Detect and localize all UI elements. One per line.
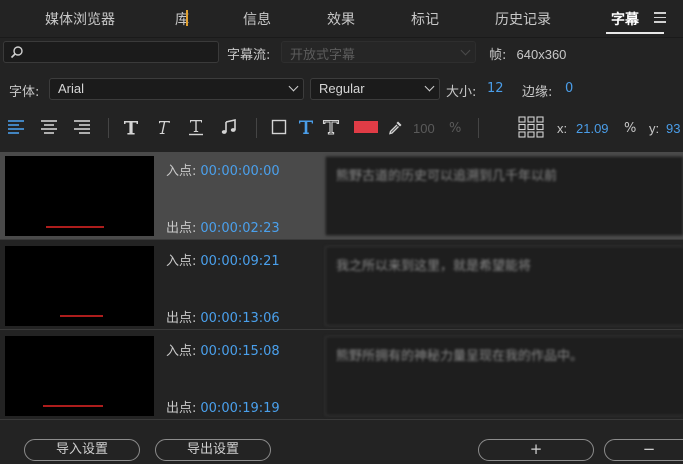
text-outline-icon[interactable] [320, 116, 342, 138]
music-note-icon[interactable] [218, 116, 240, 138]
active-tab-indicator [606, 32, 664, 34]
align-left-icon[interactable] [5, 116, 27, 138]
bold-icon[interactable] [120, 116, 142, 138]
out-point-label: 出点: [166, 221, 197, 236]
toolbar-divider [108, 118, 109, 138]
caption-list: 入点: 00:00:00:00 出点: 00:00:02:23 熊野古道的历史可以追… [0, 152, 683, 422]
tab-history[interactable]: 历史记录 [495, 9, 551, 29]
edge-value[interactable]: 0 [565, 81, 573, 96]
caption-thumbnail [5, 156, 154, 236]
panel-menu-icon[interactable] [654, 12, 666, 23]
caption-stream-label: 字幕流: [227, 48, 271, 63]
in-point-label: 入点: [166, 164, 197, 179]
italic-icon[interactable] [152, 116, 174, 138]
background-box-icon[interactable] [268, 116, 290, 138]
search-field[interactable] [3, 41, 219, 63]
tab-media-browser[interactable]: 媒体浏览器 [45, 9, 115, 29]
out-point: 出点: 00:00:02:23 [166, 217, 280, 236]
text-color-icon[interactable] [295, 116, 317, 138]
chevron-down-icon [424, 81, 435, 92]
frame-size-value: 640x360 [516, 47, 567, 62]
out-point-label: 出点: [166, 401, 197, 416]
chevron-down-icon [288, 81, 299, 92]
out-point-value[interactable]: 00:00:02:23 [200, 221, 279, 236]
caption-stream-select: 开放式字幕 [281, 41, 476, 63]
font-family-dropdown[interactable]: Arial [49, 78, 304, 100]
caption-row[interactable]: 入点: 00:00:15:08 出点: 00:00:19:19 熊野所拥有的神秘力量… [0, 332, 683, 420]
tab-markers[interactable]: 标记 [411, 9, 439, 29]
x-label: x: [557, 121, 568, 136]
font-family-value: Arial [58, 81, 85, 96]
caption-text-field[interactable]: 我之所以来到这里，就是希望能将 [325, 246, 683, 326]
font-style-dropdown[interactable]: Regular [310, 78, 440, 100]
font-size-label: 大小: [446, 85, 477, 100]
out-point-value[interactable]: 00:00:19:19 [200, 401, 279, 416]
x-value[interactable]: 21.09 [576, 121, 609, 136]
tab-effects[interactable]: 效果 [327, 9, 355, 29]
color-swatch[interactable] [352, 116, 380, 138]
eyedropper-icon[interactable] [385, 116, 407, 138]
tab-info[interactable]: 信息 [243, 9, 271, 29]
font-style-value: Regular [319, 81, 365, 96]
caption-row[interactable]: 入点: 00:00:09:21 出点: 00:00:13:06 我之所以来到这里，就… [0, 242, 683, 330]
add-caption-button[interactable]: + [478, 439, 594, 461]
out-point: 出点: 00:00:19:19 [166, 397, 280, 416]
out-point: 出点: 00:00:13:06 [166, 307, 280, 326]
caption-row[interactable]: 入点: 00:00:00:00 出点: 00:00:02:23 熊野古道的历史可以追… [0, 152, 683, 240]
underline-icon[interactable] [185, 116, 207, 138]
toolbar-divider [256, 118, 257, 138]
caption-stream-value: 开放式字幕 [290, 48, 356, 63]
in-point-label: 入点: [166, 344, 197, 359]
y-label: y: [649, 121, 660, 136]
caption-thumbnail [5, 336, 154, 416]
align-center-icon[interactable] [38, 116, 60, 138]
y-value[interactable]: 93 [666, 121, 680, 136]
remove-caption-button[interactable]: − [604, 439, 683, 461]
caption-text-field[interactable]: 熊野所拥有的神秘力量呈现在我的作品中。 [325, 336, 683, 416]
search-input[interactable] [26, 43, 214, 61]
out-point-value[interactable]: 00:00:13:06 [200, 311, 279, 326]
font-size-value[interactable]: 12 [487, 81, 504, 96]
in-point-value[interactable]: 00:00:09:21 [200, 254, 279, 269]
frame-label: 帧: 640x360 [489, 44, 566, 63]
import-settings-button[interactable]: 导入设置 [24, 439, 140, 461]
position-grid-icon[interactable] [516, 116, 546, 138]
edge-label: 边缘: [522, 85, 553, 100]
tab-captions[interactable]: 字幕 [611, 9, 639, 29]
search-icon [10, 46, 23, 59]
tab-bar: 媒体浏览器 库 信息 效果 标记 历史记录 字幕 [0, 0, 683, 38]
tab-drag-marker [186, 10, 188, 26]
caption-text-field[interactable]: 熊野古道的历史可以追溯到几千年以前 [325, 156, 683, 236]
x-unit: % [624, 121, 637, 136]
font-label: 字体: [9, 85, 40, 100]
caption-thumbnail [5, 246, 154, 326]
in-point-value[interactable]: 00:00:00:00 [200, 164, 279, 179]
in-point: 入点: 00:00:09:21 [166, 250, 280, 269]
frame-label-text: 帧: [489, 48, 507, 63]
out-point-label: 出点: [166, 311, 197, 326]
in-point-label: 入点: [166, 254, 197, 269]
in-point-value[interactable]: 00:00:15:08 [200, 344, 279, 359]
opacity-value: 100 [413, 121, 435, 136]
in-point: 入点: 00:00:15:08 [166, 340, 280, 359]
in-point: 入点: 00:00:00:00 [166, 160, 280, 179]
color-swatch-fill [353, 120, 379, 134]
chevron-down-icon [460, 45, 471, 56]
opacity-unit: % [449, 121, 462, 136]
toolbar-divider [478, 118, 479, 138]
align-right-icon[interactable] [71, 116, 93, 138]
export-settings-button[interactable]: 导出设置 [155, 439, 271, 461]
